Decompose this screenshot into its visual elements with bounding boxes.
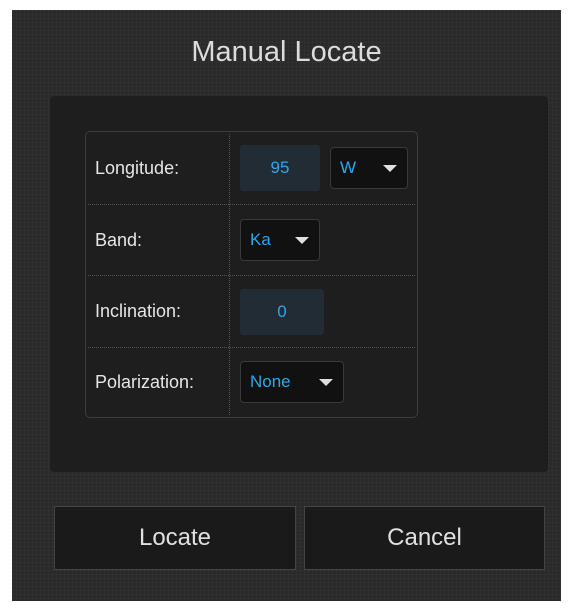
- dialog-title: Manual Locate: [191, 36, 382, 68]
- locate-button[interactable]: Locate: [54, 506, 296, 570]
- hemisphere-select[interactable]: W: [330, 147, 408, 189]
- inclination-input[interactable]: 0: [240, 289, 324, 335]
- cancel-button[interactable]: Cancel: [304, 506, 545, 570]
- band-select[interactable]: Ka: [240, 219, 320, 261]
- longitude-row: Longitude: 95 W: [86, 132, 417, 204]
- hemisphere-select-value: W: [340, 158, 357, 177]
- band-select-value: Ka: [250, 230, 271, 249]
- chevron-down-icon: [383, 165, 397, 172]
- longitude-label: Longitude:: [95, 157, 180, 178]
- chevron-down-icon: [295, 237, 309, 244]
- polarization-label: Polarization:: [95, 371, 195, 392]
- inclination-row: Inclination: 0: [86, 275, 417, 347]
- polarization-select-value: None: [250, 372, 291, 391]
- form-panel: Longitude: 95 W Band: Ka Inclination: 0: [50, 96, 548, 472]
- longitude-input[interactable]: 95: [240, 145, 320, 191]
- polarization-select[interactable]: None: [240, 361, 344, 403]
- form-grid: Longitude: 95 W Band: Ka Inclination: 0: [85, 131, 418, 418]
- chevron-down-icon: [319, 379, 333, 386]
- band-label: Band:: [95, 229, 143, 250]
- band-row: Band: Ka: [86, 204, 417, 276]
- manual-locate-dialog: Manual Locate Longitude: 95 W Band: Ka I…: [12, 10, 561, 601]
- polarization-row: Polarization: None: [86, 347, 417, 417]
- inclination-label: Inclination:: [95, 300, 182, 321]
